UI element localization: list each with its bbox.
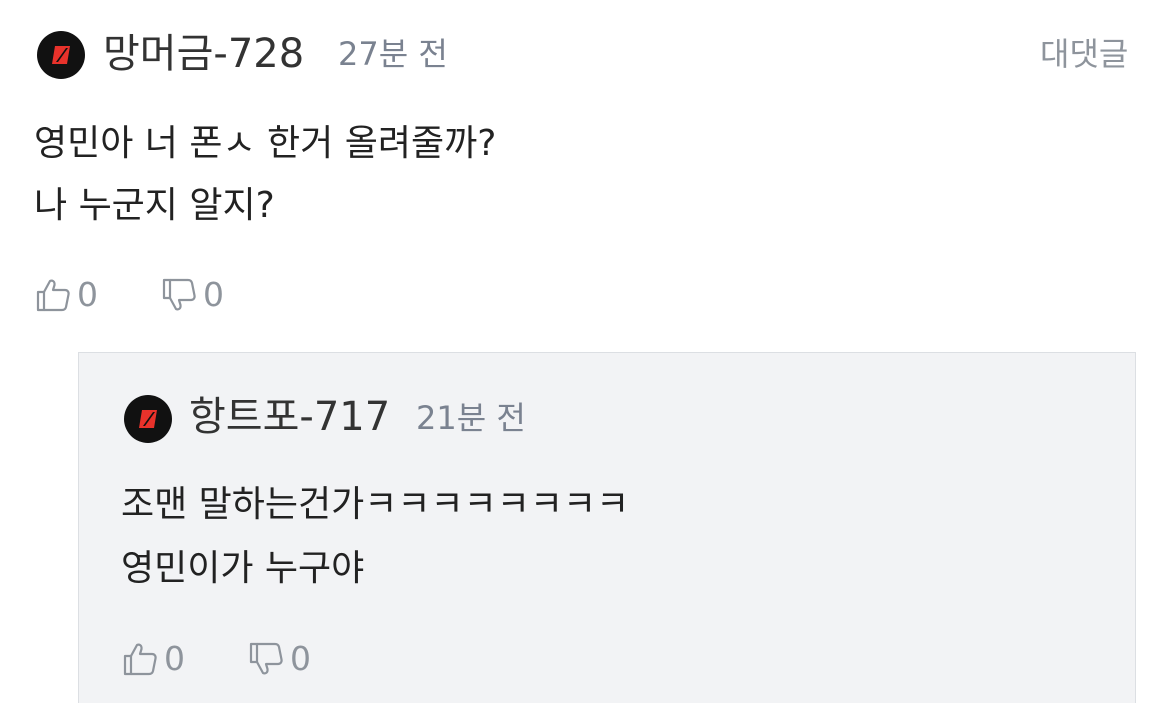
reply-timestamp: 21분 전 [416,399,526,437]
reply-dislike-count: 0 [290,639,311,678]
reply-button[interactable]: 대댓글 [1040,34,1128,74]
comment-username[interactable]: 망머금-728 [103,30,304,78]
comment-timestamp: 27분 전 [338,35,448,73]
reply-dislike-button[interactable]: 0 [248,639,311,679]
red-slash-logo-icon [52,46,70,64]
comment-body-line-1: 영민아 너 폰ㅅ 한거 올려줄까? [34,123,497,164]
red-slash-logo-icon [139,410,157,428]
comment-body-line-2: 나 누군지 알지? [34,185,275,226]
thumbs-up-icon [123,643,157,676]
reply-body-line-1: 조맨 말하는건가ㅋㅋㅋㅋㅋㅋㅋㅋ [121,484,630,525]
thumbs-down-icon [249,642,283,675]
like-count: 0 [77,275,98,314]
reply-body-line-2: 영민이가 누구야 [121,548,365,589]
dislike-button[interactable]: 0 [161,275,224,315]
reply-avatar[interactable] [124,395,172,443]
reply-username[interactable]: 항트포-717 [189,393,390,441]
thumbs-down-icon [162,278,196,311]
reply-like-count: 0 [164,639,185,678]
reply-item: 항트포-717 21분 전 조맨 말하는건가ㅋㅋㅋㅋㅋㅋㅋㅋ 영민이가 누구야 … [78,352,1136,703]
thumbs-up-icon [36,279,70,312]
avatar[interactable] [37,31,85,79]
like-button[interactable]: 0 [35,275,98,315]
dislike-count: 0 [203,275,224,314]
reply-like-button[interactable]: 0 [122,639,185,679]
comment-thread: 망머금-728 27분 전 대댓글 영민아 너 폰ㅅ 한거 올려줄까? 나 누군… [0,0,1170,703]
